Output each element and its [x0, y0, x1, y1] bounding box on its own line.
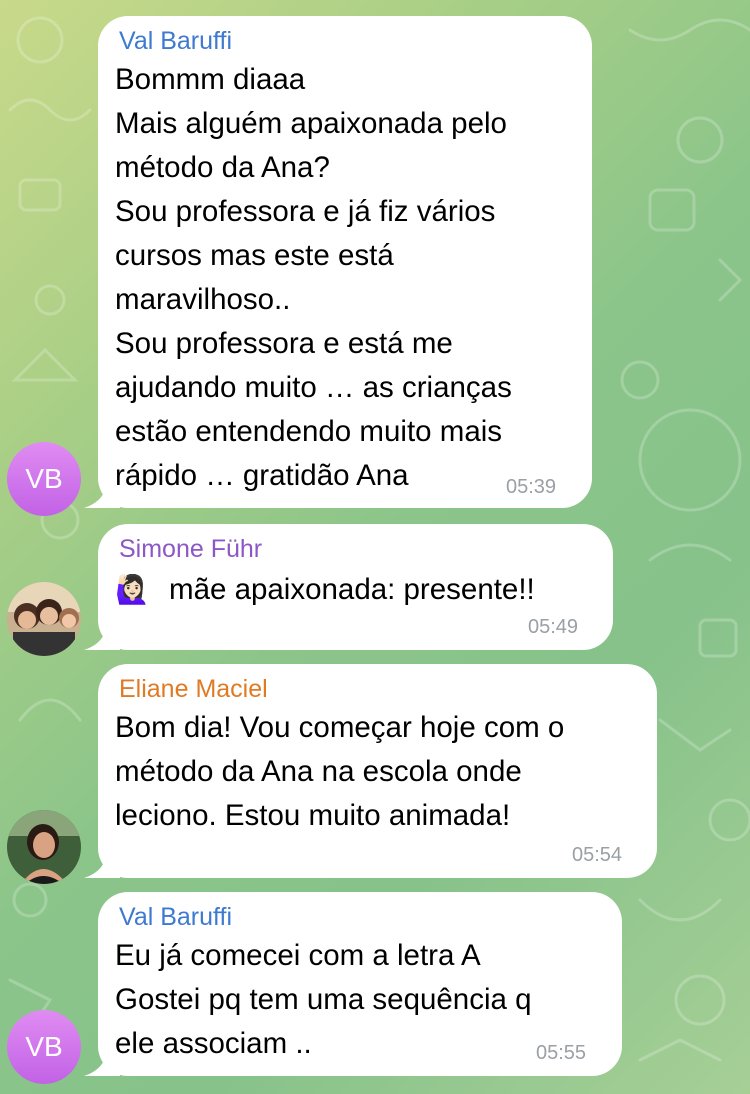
message-timestamp: 05:39 — [506, 476, 557, 498]
message-text-line: ajudando muito … as crianças — [115, 371, 512, 404]
message-text-line: método da Ana na escola onde — [115, 755, 522, 788]
message-bubble[interactable]: Val Baruffi Bommm diaaa Mais alguém apai… — [98, 16, 592, 508]
avatar[interactable] — [7, 810, 81, 884]
sender-name[interactable]: Simone Führ — [119, 534, 262, 564]
sender-name[interactable]: Val Baruffi — [119, 902, 232, 932]
message-text-line: leciono. Estou muito animada! — [115, 799, 511, 832]
sender-name[interactable]: Val Baruffi — [119, 26, 232, 56]
message-timestamp: 05:54 — [572, 844, 623, 866]
message-timestamp: 05:55 — [536, 1042, 587, 1064]
message-text-line: Eu já comecei com a letra A — [115, 939, 481, 972]
message-text-line: maravilhoso.. — [115, 283, 291, 316]
message-text-line: mãe apaixonada: presente!! — [169, 573, 535, 606]
message-text-line: cursos mas este está — [115, 239, 394, 272]
user-photo-icon — [7, 810, 81, 884]
message-bubble[interactable]: Eliane Maciel Bom dia! Vou começar hoje … — [98, 664, 657, 878]
sender-name[interactable]: Eliane Maciel — [119, 674, 268, 704]
message-text-line: ele associam .. — [115, 1027, 312, 1060]
message-text-line: Sou professora e está me — [115, 327, 453, 360]
message-text-line: Bommm diaaa — [115, 63, 306, 96]
person-raising-hand-emoji: 🙋🏻‍♀️ — [115, 574, 150, 605]
message-text-line: Mais alguém apaixonada pelo — [115, 107, 507, 140]
message-text-line: Bom dia! Vou começar hoje com o — [115, 711, 565, 744]
user-photo-icon — [7, 582, 81, 656]
message-text-line: Sou professora e já fiz vários — [115, 195, 496, 228]
avatar[interactable]: VB — [7, 442, 81, 516]
message-timestamp: 05:49 — [528, 616, 579, 638]
avatar[interactable] — [7, 582, 81, 656]
message-text-line: Gostei pq tem uma sequência q — [115, 983, 532, 1016]
avatar[interactable]: VB — [7, 1010, 81, 1084]
message-bubble[interactable]: Val Baruffi Eu já comecei com a letra A … — [98, 892, 622, 1076]
message-text-line: método da Ana? — [115, 151, 330, 184]
message-bubble[interactable]: Simone Führ 🙋🏻‍♀️ mãe apaixonada: presen… — [98, 524, 613, 650]
message-text-line: estão entendendo muito mais — [115, 415, 503, 448]
message-text-line: rápido … gratidão Ana — [115, 459, 409, 492]
